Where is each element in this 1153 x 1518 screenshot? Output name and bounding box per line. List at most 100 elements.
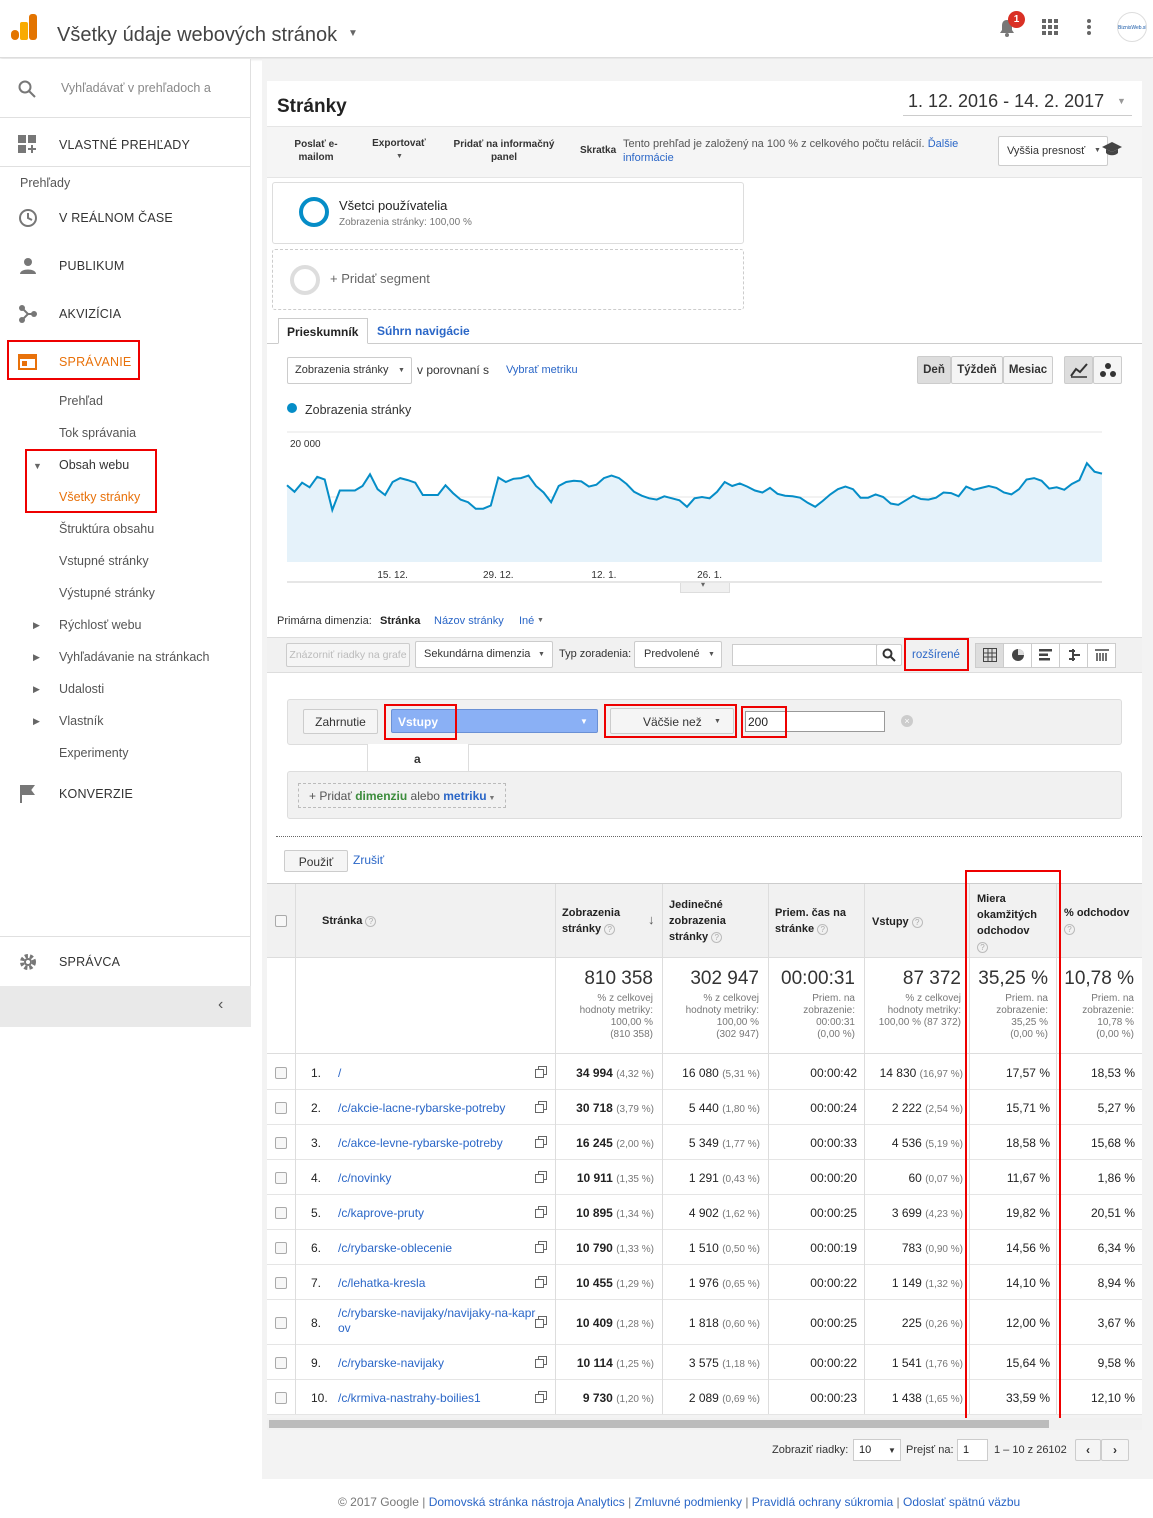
more-vert-icon[interactable] [1086, 18, 1092, 36]
expand-right-icon[interactable]: ▶ [33, 684, 40, 695]
metric-select[interactable]: Zobrazenia stránky ▼ [287, 357, 412, 384]
row-page-link[interactable]: /c/rybarske-oblecenie [338, 1241, 538, 1256]
row-page-link[interactable]: /c/novinky [338, 1171, 538, 1186]
sidebar-subitem-events[interactable]: Udalosti [59, 682, 104, 696]
tab-explorer[interactable]: Prieskumník [278, 318, 368, 344]
column-header-page[interactable]: Stránka ? [322, 913, 377, 929]
row-page-link[interactable]: /c/lehatka-kresla [338, 1276, 538, 1291]
help-icon[interactable]: ? [365, 915, 377, 927]
row-checkbox[interactable] [275, 1066, 287, 1079]
row-checkbox[interactable] [275, 1391, 287, 1404]
property-dropdown-icon[interactable]: ▼ [348, 28, 358, 39]
segment-all-users[interactable]: Všetci používatelia Zobrazenia stránky: … [272, 182, 744, 244]
table-search-button[interactable] [876, 644, 902, 666]
column-header-entrances[interactable]: Vstupy ? [872, 914, 923, 930]
sidebar-subitem-site-speed[interactable]: Rýchlosť webu [59, 618, 142, 632]
row-page-link[interactable]: /c/akcie-lacne-rybarske-potreby [338, 1101, 538, 1116]
motion-chart-button[interactable] [1093, 356, 1122, 384]
expand-right-icon[interactable]: ▶ [33, 652, 40, 663]
sidebar-subitem-experiments[interactable]: Experimenty [59, 746, 128, 760]
sidebar-subitem-content-drilldown[interactable]: Štruktúra obsahu [59, 522, 154, 536]
view-pivot-button[interactable] [1088, 644, 1116, 667]
expand-right-icon[interactable]: ▶ [33, 716, 40, 727]
open-link-icon[interactable] [535, 1170, 547, 1183]
row-checkbox[interactable] [275, 1171, 287, 1184]
shortcut-button[interactable]: Skratka [580, 145, 616, 156]
open-link-icon[interactable] [535, 1390, 547, 1403]
open-link-icon[interactable] [535, 1275, 547, 1288]
column-header-exit-pct[interactable]: % odchodov? [1064, 905, 1140, 937]
show-rows-select[interactable]: 10 ▼ [853, 1439, 901, 1461]
sidebar-subitem-publisher[interactable]: Vlastník [59, 714, 103, 728]
sidebar-subitem-site-search[interactable]: Vyhľadávanie na stránkach [59, 650, 210, 664]
open-link-icon[interactable] [535, 1065, 547, 1078]
chart-resize-handle[interactable]: ▾ [680, 580, 730, 593]
apps-grid-icon[interactable] [1042, 19, 1058, 35]
view-pie-button[interactable] [1004, 644, 1032, 667]
period-week-button[interactable]: Týždeň [951, 356, 1003, 384]
help-icon[interactable]: ? [817, 923, 829, 935]
cancel-link[interactable]: Zrušiť [353, 853, 384, 867]
help-icon[interactable]: ? [711, 931, 723, 943]
choose-metric-link[interactable]: Vybrať metriku [506, 364, 578, 376]
add-to-dashboard-button[interactable]: Pridať na informačný panel [448, 138, 560, 164]
email-button[interactable]: Poslať e-mailom [283, 138, 349, 164]
open-link-icon[interactable] [535, 1205, 547, 1218]
help-icon[interactable]: ? [911, 916, 923, 928]
row-checkbox[interactable] [275, 1101, 287, 1114]
account-avatar[interactable]: BiznisWeb.sk [1117, 12, 1147, 42]
period-day-button[interactable]: Deň [917, 356, 951, 384]
help-icon[interactable]: ? [604, 923, 616, 935]
sort-type-select[interactable]: Predvolené ▼ [634, 641, 722, 668]
row-page-link[interactable]: /c/rybarske-navijaky [338, 1356, 538, 1371]
sort-desc-icon[interactable]: ↓ [648, 912, 655, 927]
open-link-icon[interactable] [535, 1315, 547, 1328]
date-range-picker[interactable]: 1. 12. 2016 - 14. 2. 2017 ▼ [903, 86, 1132, 116]
view-table-button[interactable] [976, 644, 1004, 667]
footer-link-feedback[interactable]: Odoslať spätnú väzbu [903, 1495, 1020, 1509]
goto-input[interactable]: 1 [957, 1439, 988, 1461]
export-button[interactable]: Exportovať [366, 138, 432, 149]
row-checkbox[interactable] [275, 1356, 287, 1369]
sidebar-subitem-behavior-flow[interactable]: Tok správania [59, 426, 136, 440]
secondary-dimension-select[interactable]: Sekundárna dimenzia ▼ [415, 641, 553, 668]
add-segment-button[interactable]: + Pridať segment [272, 249, 744, 310]
sidebar-subitem-exit-pages[interactable]: Výstupné stránky [59, 586, 155, 600]
select-all-checkbox[interactable] [275, 915, 287, 927]
row-page-link[interactable]: / [338, 1066, 538, 1081]
column-header-unique-pageviews[interactable]: Jedinečné zobrazenia stránky ? [669, 897, 754, 945]
row-checkbox[interactable] [275, 1276, 287, 1289]
view-performance-button[interactable] [1032, 644, 1060, 667]
open-link-icon[interactable] [535, 1240, 547, 1253]
scrollbar-thumb[interactable] [269, 1420, 1049, 1428]
tab-navigation-summary[interactable]: Súhrn navigácie [377, 324, 470, 338]
precision-select[interactable]: Vyššia presnosť ▼ [998, 136, 1108, 166]
row-checkbox[interactable] [275, 1316, 287, 1329]
add-dimension-or-metric-button[interactable]: + Pridať dimenziu alebo metriku ▼ [298, 783, 506, 808]
help-icon[interactable]: ? [1064, 923, 1075, 935]
include-select[interactable]: Zahrnutie [303, 709, 378, 734]
row-checkbox[interactable] [275, 1206, 287, 1219]
prev-page-button[interactable]: ‹ [1075, 1439, 1101, 1461]
row-page-link[interactable]: /c/krmiva-nastrahy-boilies1 [338, 1391, 538, 1406]
table-search-input[interactable] [732, 644, 877, 666]
column-header-avg-time[interactable]: Priem. čas na stránke ? [775, 905, 860, 937]
open-link-icon[interactable] [535, 1100, 547, 1113]
sidebar-subitem-landing-pages[interactable]: Vstupné stránky [59, 554, 149, 568]
sidebar-subitem-overview[interactable]: Prehľad [59, 394, 103, 408]
primary-dim-page[interactable]: Stránka [380, 615, 420, 627]
property-title[interactable]: Všetky údaje webových stránok [57, 24, 337, 47]
horizontal-scrollbar[interactable] [267, 1418, 1142, 1430]
row-page-link[interactable]: /c/akce-levne-rybarske-potreby [338, 1136, 538, 1151]
collapse-chevron-icon[interactable]: ‹ [218, 996, 223, 1014]
plot-rows-button[interactable]: Znázorniť riadky na grafe [286, 643, 410, 667]
view-comparison-button[interactable] [1060, 644, 1088, 667]
column-header-pageviews[interactable]: Zobrazenia stránky ? [562, 905, 647, 937]
row-page-link[interactable]: /c/rybarske-navijaky/navijaky-na-kaprov [338, 1306, 538, 1336]
row-checkbox[interactable] [275, 1136, 287, 1149]
row-page-link[interactable]: /c/kaprove-pruty [338, 1206, 538, 1221]
graduation-cap-icon[interactable] [1101, 141, 1123, 157]
apply-button[interactable]: Použiť [284, 850, 348, 872]
footer-link-privacy[interactable]: Pravidlá ochrany súkromia [752, 1495, 893, 1509]
primary-dim-page-title[interactable]: Názov stránky [434, 615, 504, 627]
